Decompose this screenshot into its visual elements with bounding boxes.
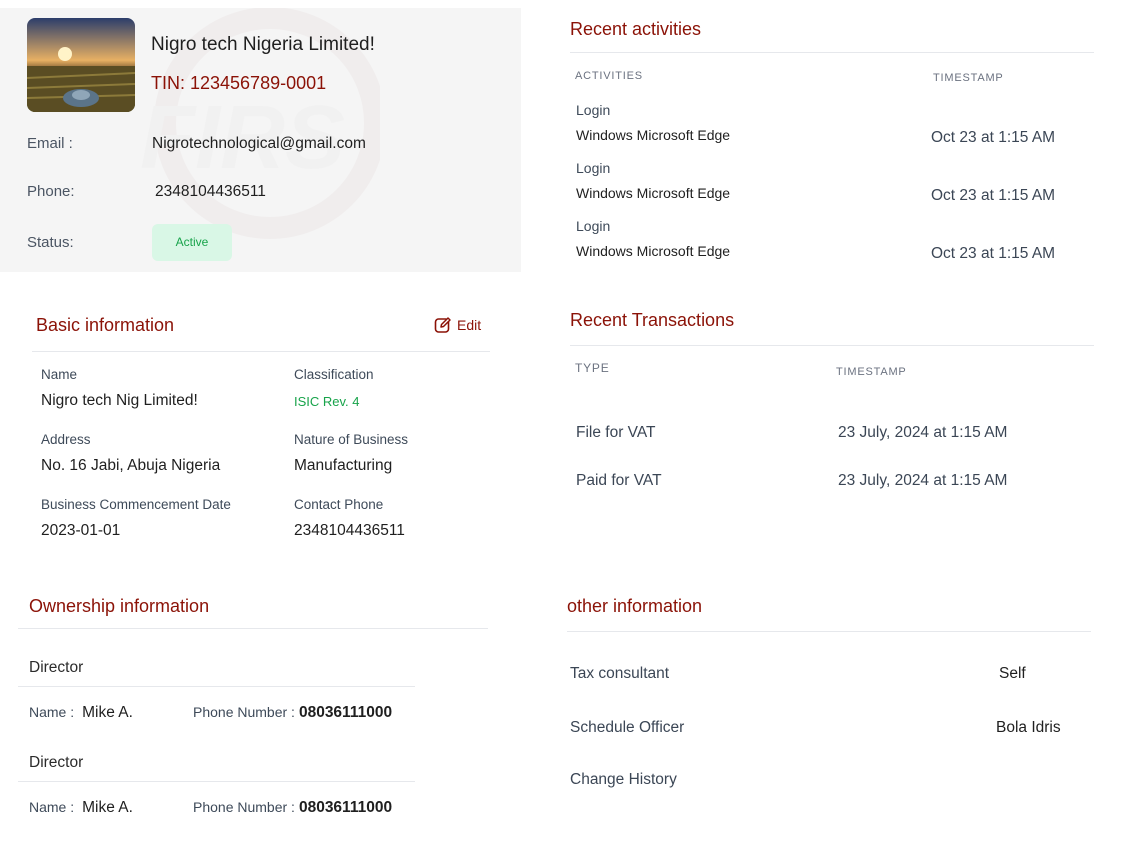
timestamp-col-header: TIMESTAMP <box>836 366 907 378</box>
divider <box>18 686 415 687</box>
director-row: Name : Mike A. <box>29 704 133 722</box>
timestamp-col-header: TIMESTAMP <box>933 72 1004 84</box>
divider <box>570 345 1094 346</box>
activity-action: Login <box>576 160 611 176</box>
director-phone-label: Phone Number : <box>193 799 295 815</box>
director-phone: Phone Number : 08036111000 <box>193 704 392 722</box>
transaction-timestamp: 23 July, 2024 at 1:15 AM <box>838 424 1008 441</box>
other-information-title: other information <box>567 596 703 616</box>
type-col-header: TYPE <box>575 361 610 375</box>
company-name: Nigro tech Nigeria Limited! <box>151 34 375 55</box>
edit-label: Edit <box>457 317 482 333</box>
divider <box>32 351 490 352</box>
activity-timestamp: Oct 23 at 1:15 AM <box>931 129 1056 146</box>
classification-label: Classification <box>294 367 374 382</box>
commencement-date-value: 2023-01-01 <box>41 522 121 539</box>
edit-button[interactable]: Edit <box>434 316 481 334</box>
divider <box>570 52 1094 53</box>
director-phone-label: Phone Number : <box>193 704 295 720</box>
director-phone-value: 08036111000 <box>298 704 393 721</box>
nature-of-business-value: Manufacturing <box>294 457 393 474</box>
activity-action: Login <box>576 218 611 234</box>
activity-device: Windows Microsoft Edge <box>576 185 731 201</box>
director-phone-value: 08036111000 <box>298 799 393 816</box>
director-phone: Phone Number : 08036111000 <box>193 799 392 817</box>
tin-number: TIN: 123456789-0001 <box>151 73 327 93</box>
status-label: Status: <box>27 234 74 251</box>
activity-timestamp: Oct 23 at 1:15 AM <box>931 245 1056 262</box>
divider <box>567 631 1091 632</box>
activities-col-header: ACTIVITIES <box>575 70 643 82</box>
email-label: Email : <box>27 135 73 152</box>
email-value: Nigrotechnological@gmail.com <box>152 135 366 152</box>
tax-consultant-label: Tax consultant <box>570 665 670 682</box>
transaction-timestamp: 23 July, 2024 at 1:15 AM <box>838 472 1008 489</box>
activity-timestamp: Oct 23 at 1:15 AM <box>931 187 1056 204</box>
nature-of-business-label: Nature of Business <box>294 432 409 447</box>
tax-consultant-value: Self <box>999 665 1026 682</box>
phone-value: 2348104436511 <box>155 183 266 200</box>
divider <box>18 781 415 782</box>
change-history-link[interactable]: Change History <box>570 771 677 789</box>
classification-value: ISIC Rev. 4 <box>294 394 360 409</box>
director-name-label: Name : <box>29 704 75 720</box>
address-value: No. 16 Jabi, Abuja Nigeria <box>41 457 221 474</box>
director-role: Director <box>29 754 84 771</box>
recent-activities-title: Recent activities <box>570 19 702 39</box>
director-name: Mike A. <box>82 799 133 816</box>
director-name-label: Name : <box>29 799 75 815</box>
ownership-information-title: Ownership information <box>29 596 210 616</box>
transaction-type: Paid for VAT <box>576 472 662 489</box>
name-label: Name <box>41 367 78 382</box>
divider <box>18 628 488 629</box>
name-value: Nigro tech Nig Limited! <box>41 392 198 409</box>
activity-action: Login <box>576 102 611 118</box>
schedule-officer-label: Schedule Officer <box>570 719 685 736</box>
director-name: Mike A. <box>82 704 133 721</box>
contact-phone-value: 2348104436511 <box>294 522 405 539</box>
edit-icon <box>434 317 451 333</box>
basic-information-title: Basic information <box>36 315 175 335</box>
recent-transactions-title: Recent Transactions <box>570 310 735 330</box>
transaction-type: File for VAT <box>576 424 656 441</box>
director-row: Name : Mike A. <box>29 799 133 817</box>
contact-phone-label: Contact Phone <box>294 497 384 512</box>
activity-device: Windows Microsoft Edge <box>576 127 731 143</box>
activity-row: Login Windows Microsoft Edge <box>576 160 730 201</box>
director-role: Director <box>29 659 84 676</box>
address-label: Address <box>41 432 91 447</box>
company-logo-image <box>27 18 135 112</box>
activity-device: Windows Microsoft Edge <box>576 243 731 259</box>
activity-row: Login Windows Microsoft Edge <box>576 102 730 143</box>
commencement-date-label: Business Commencement Date <box>41 497 231 512</box>
activity-row: Login Windows Microsoft Edge <box>576 218 730 259</box>
status-badge: Active <box>152 224 232 261</box>
schedule-officer-value: Bola Idris <box>996 719 1061 736</box>
phone-label: Phone: <box>27 183 75 200</box>
